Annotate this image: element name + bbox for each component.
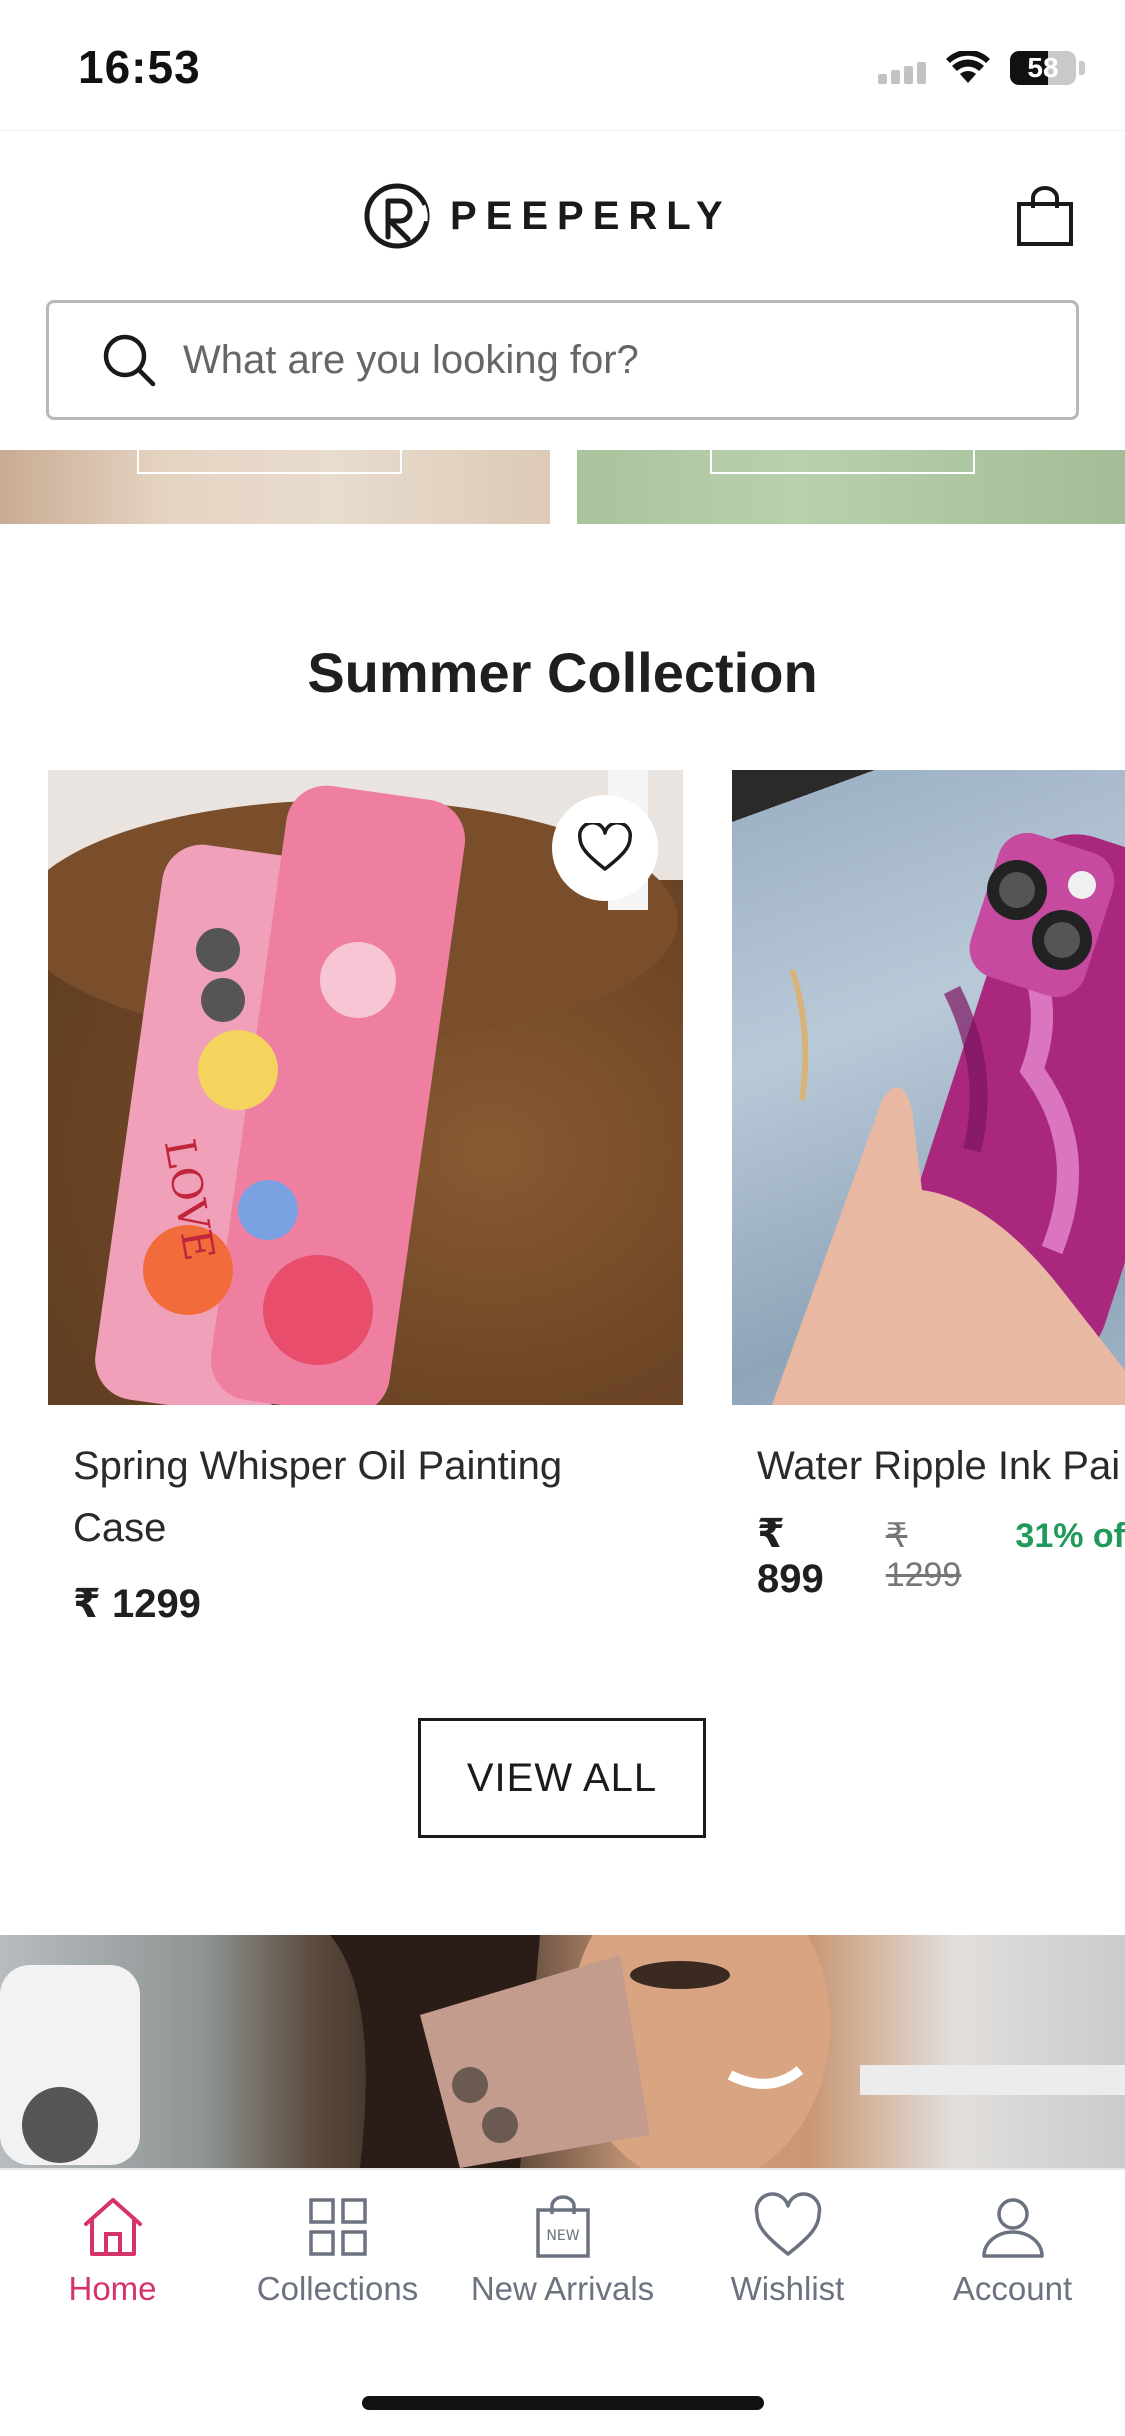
product-price: ₹ 1299	[73, 1582, 201, 1626]
nav-item-home[interactable]: Home	[0, 2170, 225, 2336]
hero-banner[interactable]	[0, 1935, 1125, 2168]
battery-cap	[1079, 61, 1085, 75]
search-input[interactable]	[183, 337, 983, 383]
product-title[interactable]: Spring Whisper Oil Painting Case	[48, 1435, 648, 1559]
search-icon	[103, 334, 156, 387]
price-row: ₹ 899 ₹ 1299 31% of	[732, 1511, 1125, 1602]
nav-label: Wishlist	[730, 2270, 845, 2307]
user-icon	[981, 2198, 1044, 2258]
status-time: 16:53	[78, 41, 201, 93]
product-image[interactable]	[732, 770, 1125, 1405]
cellular-signal-icon	[878, 52, 926, 84]
wifi-icon	[946, 51, 990, 83]
nav-item-collections[interactable]: Collections	[225, 2170, 450, 2336]
hero-photo	[0, 1935, 1125, 2168]
product-card[interactable]: Water Ripple Ink Pai ₹ 899 ₹ 1299 31% of	[732, 770, 1125, 1602]
home-icon	[83, 2198, 142, 2256]
nav-label: New Arrivals	[470, 2270, 655, 2307]
banner-button-outline	[710, 450, 975, 474]
shopping-bag-icon[interactable]	[1015, 186, 1075, 248]
heart-icon	[578, 823, 632, 871]
price-row: ₹ 1299	[48, 1581, 683, 1627]
heart-icon	[754, 2192, 821, 2256]
product-title[interactable]: Water Ripple Ink Pai	[732, 1435, 1125, 1497]
product-card[interactable]: LOVE Spring Whisper Oil Painting Case ₹ …	[48, 770, 683, 1627]
battery-icon: 58	[1010, 51, 1076, 85]
section-title: Summer Collection	[307, 641, 818, 704]
wishlist-button[interactable]	[552, 795, 658, 901]
grid-icon	[308, 2198, 367, 2256]
promo-banner-right[interactable]	[577, 450, 1125, 524]
nav-label: Home	[68, 2270, 157, 2307]
discount-badge: 31% of	[1015, 1517, 1125, 1555]
promo-banner-left[interactable]	[0, 450, 550, 524]
svg-text:NEW: NEW	[546, 2228, 579, 2244]
nav-label: Collections	[256, 2270, 419, 2307]
nav-item-wishlist[interactable]: Wishlist	[675, 2170, 900, 2336]
bottom-navigation: Home Collections NEW New Arrivals Wishli…	[0, 2168, 1125, 2336]
banner-button-outline	[137, 450, 402, 474]
home-indicator-area	[0, 2336, 1125, 2436]
product-compare-price: ₹ 1299	[885, 1517, 962, 1594]
nav-label: Account	[952, 2270, 1073, 2307]
product-photo	[772, 832, 1125, 1405]
search-bar[interactable]	[46, 300, 1079, 420]
status-bar: 16:53 58	[0, 0, 1125, 130]
app-header: PEEPERLY	[0, 130, 1125, 300]
nav-item-new-arrivals[interactable]: NEW New Arrivals	[450, 2170, 675, 2336]
brand-logo-icon	[364, 183, 430, 249]
view-all-button[interactable]: VIEW ALL	[418, 1718, 706, 1838]
nav-item-account[interactable]: Account	[900, 2170, 1125, 2336]
status-indicators: 58	[878, 48, 1085, 88]
new-bag-icon: NEW	[535, 2195, 590, 2258]
home-indicator[interactable]	[362, 2396, 764, 2410]
brand-name: PEEPERLY	[450, 193, 732, 238]
product-image[interactable]: LOVE	[48, 770, 683, 1405]
brand-logo[interactable]: PEEPERLY	[362, 181, 732, 251]
battery-percentage: 58	[1027, 52, 1059, 83]
product-price: ₹ 899	[757, 1512, 824, 1601]
